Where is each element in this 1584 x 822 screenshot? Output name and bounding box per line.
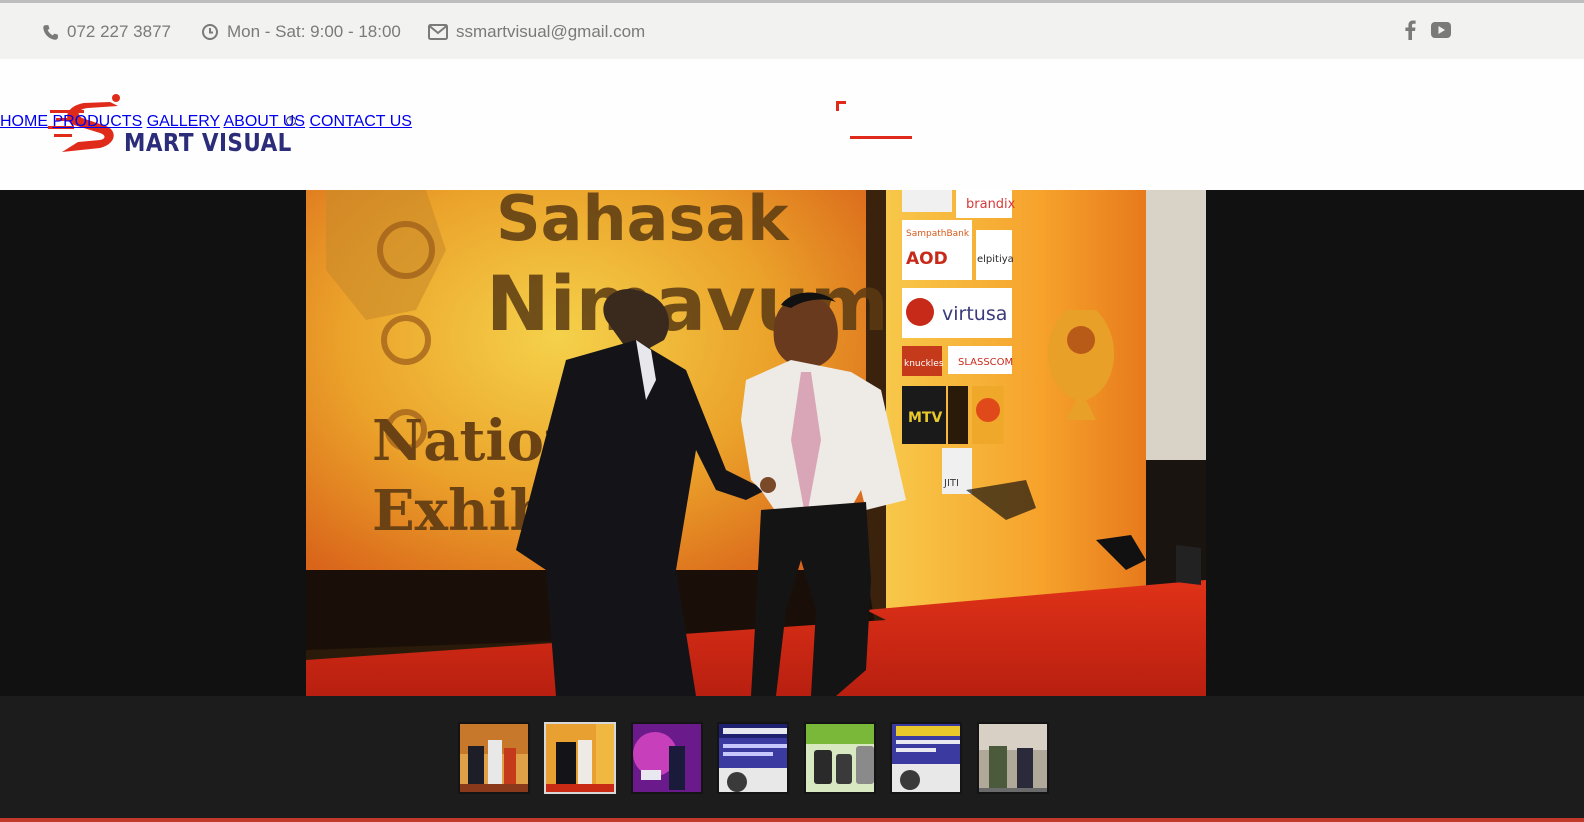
sponsor-slasscom: SLASSCOM (958, 357, 1013, 368)
gallery-thumbnail[interactable] (717, 722, 789, 794)
thumbnail-image (892, 724, 960, 792)
phone-number: 072 227 3877 (67, 22, 171, 41)
youtube-icon (1431, 22, 1451, 38)
thumbnail-image (460, 724, 528, 792)
nav-contact-us[interactable]: CONTACT US (309, 113, 412, 130)
sponsor-virtusa: virtusa (942, 303, 1007, 325)
thumbnail-image (806, 724, 874, 792)
slide-photo[interactable]: Sahasak Nimavum Nation Exhibi brandix Sa… (306, 190, 1206, 696)
email-address: ssmartvisual@gmail.com (456, 22, 646, 41)
gallery-thumbnail-active[interactable] (544, 722, 616, 794)
gallery-thumbnail[interactable] (890, 722, 962, 794)
banner-line-1: Sahasak (496, 190, 790, 255)
nav-products[interactable]: PRODUCTS (52, 113, 142, 130)
sponsor-jiti: JITI (943, 478, 959, 489)
image-slider: Sahasak Nimavum Nation Exhibi brandix Sa… (0, 190, 1584, 696)
main-navigation: HOME PRODUCTS GALLERY ABOUT US CONTACT U… (0, 113, 1584, 143)
youtube-link[interactable] (1430, 20, 1452, 40)
sponsor-knuckles: knuckles (904, 359, 944, 369)
phone-icon (43, 24, 58, 40)
thumbnail-image (633, 724, 701, 792)
phone-info[interactable]: 072 227 3877 (42, 21, 171, 43)
facebook-link[interactable] (1404, 20, 1416, 40)
clock-icon (202, 24, 218, 40)
gallery-thumbnail[interactable] (804, 722, 876, 794)
nav-active-underline (850, 136, 912, 139)
opening-hours: Mon - Sat: 9:00 - 18:00 (227, 22, 401, 41)
thumbnail-image (719, 724, 787, 792)
envelope-icon (428, 24, 448, 40)
sponsor-mtv: MTV (908, 410, 942, 426)
nav-about-us[interactable]: ABOUT US (223, 113, 305, 130)
sponsor-brandix: brandix (966, 197, 1016, 212)
slide-photo-image: Sahasak Nimavum Nation Exhibi brandix Sa… (306, 190, 1206, 696)
sponsor-elpitiya: elpitiya (977, 254, 1014, 265)
thumbnail-image (546, 724, 614, 792)
bottom-border (0, 818, 1584, 822)
gallery-thumbnail[interactable] (458, 722, 530, 794)
contact-topbar: 072 227 3877 Mon - Sat: 9:00 - 18:00 ssm… (0, 3, 1584, 59)
nav-home[interactable]: HOME (0, 113, 48, 130)
thumbnail-strip (0, 696, 1584, 818)
nav-active-corner-marker (836, 101, 846, 111)
nav-gallery[interactable]: GALLERY (147, 113, 220, 130)
gallery-thumbnail[interactable] (631, 722, 703, 794)
thumbnail-image (979, 724, 1047, 792)
sponsor-sampathbank: SampathBank (906, 229, 970, 239)
hours-info: Mon - Sat: 9:00 - 18:00 (201, 21, 401, 43)
email-info[interactable]: ssmartvisual@gmail.com (428, 21, 645, 43)
site-header: MART VISUAL ® HOME PRODUCTS GALLERY ABOU… (0, 59, 1584, 190)
sponsor-aod: AOD (906, 249, 948, 269)
facebook-icon (1405, 20, 1416, 40)
gallery-thumbnail[interactable] (977, 722, 1049, 794)
